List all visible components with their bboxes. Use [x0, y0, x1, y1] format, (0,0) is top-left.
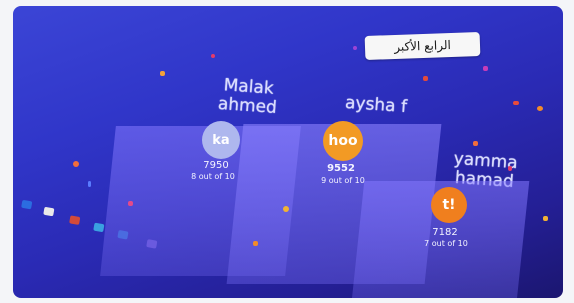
player-name-line1: aysha f [344, 92, 408, 118]
score-yamma: 7182 [432, 227, 458, 238]
confetti [513, 101, 519, 105]
app-icon[interactable] [69, 215, 81, 225]
player-name-aysha: aysha f [330, 93, 421, 118]
game-screen: الرابع الأكبر Malak ahmed ka 7950 8 out … [13, 6, 563, 298]
confetti [283, 206, 289, 212]
detail-yamma: 7 out of 10 [424, 239, 468, 248]
confetti [128, 201, 133, 206]
avatar-t: t! [431, 187, 467, 223]
search-icon[interactable] [43, 206, 55, 217]
avatar-ka: ka [202, 121, 240, 159]
page-title: الرابع الأكبر [364, 32, 481, 60]
confetti [508, 166, 512, 171]
player-name-line2: ahmed [217, 93, 278, 119]
windows-icon[interactable] [21, 199, 33, 210]
confetti [353, 46, 357, 50]
score-aysha: 9552 [327, 163, 355, 174]
confetti [543, 216, 548, 221]
explorer-icon[interactable] [117, 229, 129, 240]
confetti [253, 241, 258, 246]
confetti [73, 161, 79, 167]
confetti [88, 181, 91, 187]
confetti [423, 76, 428, 81]
edge-icon[interactable] [93, 222, 105, 233]
confetti [473, 141, 478, 146]
app-icon[interactable] [146, 239, 158, 249]
confetti [537, 106, 543, 111]
player-name-malak: Malak ahmed [204, 75, 292, 119]
confetti [160, 71, 165, 76]
confetti [483, 66, 488, 71]
avatar-hoo: hoo [323, 121, 363, 161]
confetti [211, 54, 215, 58]
score-malak: 7950 [203, 160, 229, 171]
